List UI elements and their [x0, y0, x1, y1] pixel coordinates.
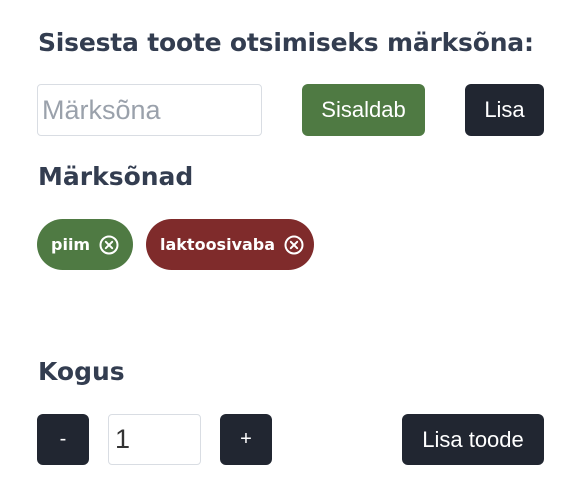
decrease-quantity-button[interactable]: - — [37, 414, 89, 465]
keyword-chip-laktoosivaba: laktoosivaba — [146, 219, 314, 270]
keyword-chip-label: laktoosivaba — [160, 235, 276, 254]
keywords-heading: Märksõnad — [38, 162, 194, 191]
close-circle-icon[interactable] — [99, 235, 119, 255]
keyword-chip-piim: piim — [37, 219, 133, 270]
quantity-input[interactable] — [108, 414, 201, 465]
close-circle-icon[interactable] — [284, 235, 304, 255]
add-product-button[interactable]: Lisa toode — [402, 414, 544, 465]
increase-quantity-button[interactable]: + — [220, 414, 272, 465]
quantity-heading: Kogus — [38, 357, 125, 386]
keyword-chip-label: piim — [51, 235, 91, 254]
contains-button[interactable]: Sisaldab — [302, 84, 425, 136]
add-keyword-button[interactable]: Lisa — [465, 84, 544, 136]
keyword-input[interactable] — [37, 84, 262, 136]
page-title: Sisesta toote otsimiseks märksõna: — [38, 28, 534, 57]
